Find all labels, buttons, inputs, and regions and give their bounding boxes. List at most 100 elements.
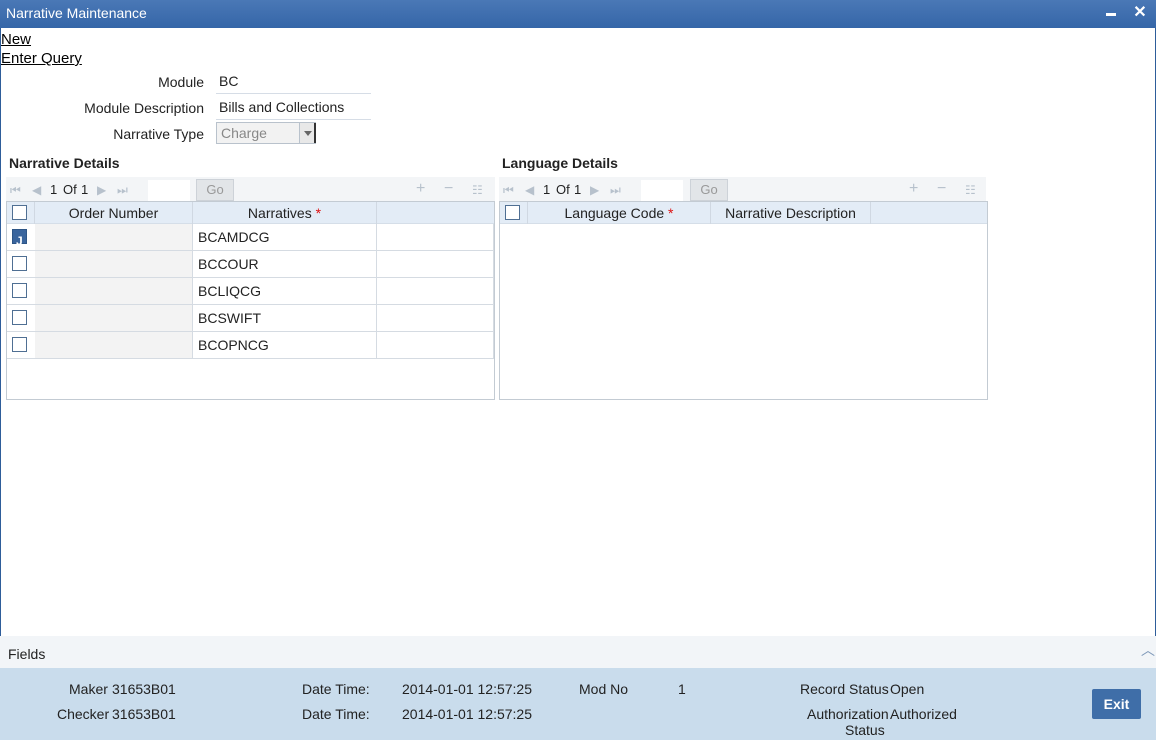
authorization-status-label: Authorization [807, 706, 889, 722]
narrative-details-toolbar: ⏮ ◀ 1 Of 1 ▶ ⏭ Go + − ☷ [6, 177, 495, 203]
page-number-input[interactable] [641, 180, 683, 202]
narrative-cell[interactable]: BCSWIFT [193, 305, 377, 331]
header-select-cell [500, 202, 528, 224]
go-button[interactable]: Go [196, 179, 234, 201]
authorization-status-label-2: Status [845, 722, 885, 738]
row-checkbox[interactable] [12, 283, 27, 298]
delete-row-icon[interactable]: − [937, 180, 946, 198]
narratives-header-label: Narratives [247, 205, 312, 221]
narrative-cell[interactable]: BCLIQCG [193, 278, 377, 304]
first-page-icon[interactable]: ⏮ [10, 183, 21, 198]
chevron-up-icon[interactable]: ︿ [1141, 640, 1155, 660]
row-select-cell [7, 278, 35, 304]
module-description-field[interactable]: Bills and Collections [216, 96, 371, 120]
narrative-cell[interactable]: BCAMDCG [193, 224, 377, 250]
checker-date-time-label: Date Time: [302, 706, 370, 722]
row-checkbox[interactable] [12, 337, 27, 352]
module-label: Module [158, 74, 204, 90]
row-select-cell [7, 305, 35, 331]
pager-of: Of [556, 182, 570, 197]
checker-label: Checker [57, 706, 110, 722]
select-all-checkbox[interactable] [12, 205, 27, 220]
row-select-cell [7, 332, 35, 358]
minimize-icon [1106, 13, 1116, 16]
prev-page-icon[interactable]: ◀ [525, 183, 534, 197]
maker-date-time-label: Date Time: [302, 681, 370, 697]
narrative-type-select[interactable]: Charge [216, 122, 316, 144]
row-checkbox[interactable] [12, 310, 27, 325]
narrative-cell[interactable]: BCOPNCG [193, 332, 377, 358]
select-all-checkbox[interactable] [505, 205, 520, 220]
table-row[interactable]: BCAMDCG [7, 224, 494, 254]
maker-value: 31653B01 [112, 681, 176, 697]
delete-row-icon[interactable]: − [444, 180, 453, 198]
page-number-input[interactable] [148, 180, 190, 202]
audit-footer [0, 668, 1156, 740]
row-checkbox[interactable] [12, 256, 27, 271]
module-field[interactable]: BC [216, 70, 371, 94]
single-view-icon[interactable]: ☷ [472, 183, 483, 197]
empty-cell [377, 305, 494, 331]
grid-header: Order Number Narratives * [7, 202, 494, 224]
language-code-header: Language Code * [528, 202, 711, 224]
authorization-status-value: Authorized [890, 706, 957, 722]
language-code-header-label: Language Code [564, 205, 665, 221]
prev-page-icon[interactable]: ◀ [32, 183, 41, 197]
table-row[interactable]: BCLIQCG [7, 278, 494, 305]
language-details-grid: Language Code * Narrative Description [499, 201, 988, 400]
single-view-icon[interactable]: ☷ [965, 183, 976, 197]
empty-cell [377, 278, 494, 304]
narrative-type-label: Narrative Type [113, 126, 204, 142]
empty-cell [377, 224, 494, 250]
order-number-cell[interactable] [35, 224, 193, 250]
mod-no-label: Mod No [579, 681, 629, 697]
close-icon: ✕ [1133, 4, 1147, 21]
narrative-cell[interactable]: BCCOUR [193, 251, 377, 277]
order-number-cell[interactable] [35, 305, 193, 331]
record-status-value: Open [890, 681, 925, 697]
total-pages: 1 [81, 182, 89, 197]
maker-label: Maker [69, 681, 108, 697]
order-number-cell[interactable] [35, 251, 193, 277]
narrative-details-title: Narrative Details [9, 155, 120, 171]
row-checkbox[interactable] [12, 228, 27, 254]
narrative-type-value: Charge [221, 125, 267, 141]
last-page-icon[interactable]: ⏭ [117, 183, 128, 198]
last-page-icon[interactable]: ⏭ [610, 183, 621, 198]
chevron-down-icon [299, 123, 316, 143]
mod-no-value: 1 [678, 681, 686, 697]
narratives-header: Narratives * [193, 202, 377, 224]
exit-button[interactable]: Exit [1092, 689, 1141, 719]
required-marker: * [315, 205, 322, 221]
next-page-icon[interactable]: ▶ [590, 183, 599, 197]
close-button[interactable]: ✕ [1131, 4, 1149, 22]
checker-value: 31653B01 [112, 706, 176, 722]
first-page-icon[interactable]: ⏮ [503, 183, 514, 198]
empty-cell [377, 332, 494, 358]
grid-header: Language Code * Narrative Description [500, 202, 987, 224]
new-link[interactable]: New [1, 31, 31, 48]
current-page: 1 [50, 182, 58, 197]
add-row-icon[interactable]: + [909, 180, 918, 198]
table-row[interactable]: BCOPNCG [7, 332, 494, 359]
go-button[interactable]: Go [690, 179, 728, 201]
order-number-cell[interactable] [35, 278, 193, 304]
next-page-icon[interactable]: ▶ [97, 183, 106, 197]
row-select-cell [7, 251, 35, 277]
checker-date-time-value: 2014-01-01 12:57:25 [402, 706, 532, 722]
table-row[interactable]: BCCOUR [7, 251, 494, 278]
minimize-button[interactable] [1102, 4, 1120, 22]
fields-bar[interactable]: Fields ︿ [0, 636, 1156, 668]
row-select-cell [7, 224, 35, 254]
current-page: 1 [543, 182, 551, 197]
narrative-details-grid: Order Number Narratives * BCAMDCGBCCOURB… [6, 201, 495, 400]
record-status-label: Record Status [800, 681, 889, 697]
enter-query-link[interactable]: Enter Query [1, 50, 82, 67]
order-number-cell[interactable] [35, 332, 193, 358]
required-marker: * [668, 205, 674, 221]
title-bar: Narrative Maintenance ✕ [0, 0, 1156, 28]
table-row[interactable]: BCSWIFT [7, 305, 494, 332]
add-row-icon[interactable]: + [416, 180, 425, 198]
total-pages: 1 [574, 182, 582, 197]
narrative-description-header: Narrative Description [711, 202, 871, 224]
